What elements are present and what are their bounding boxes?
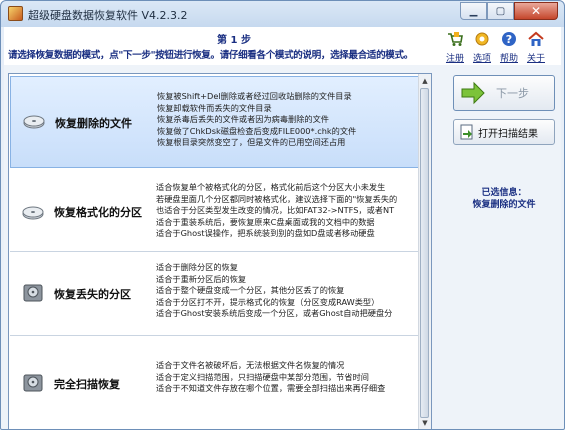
disk-icon: [22, 206, 44, 220]
step-title: 第 1 步: [217, 35, 251, 46]
open-scan-results-label: 打开扫描结果: [478, 128, 538, 140]
open-scan-results-button[interactable]: 打开扫描结果: [453, 119, 555, 145]
options-button[interactable]: 选项: [470, 31, 494, 64]
maximize-icon: ▢: [495, 5, 506, 17]
mode-name: 恢复丢失的分区: [54, 288, 131, 301]
help-label: 帮助: [499, 54, 518, 64]
title-bar: 超级硬盘数据恢复软件 V4.2.3.2 ▁ ▢ ✕: [1, 1, 564, 27]
register-button[interactable]: 注册: [443, 31, 467, 64]
desc-line: 适合于整个硬盘变成一个分区，其他分区丢了的恢复: [156, 285, 345, 295]
mode-item-deleted-files[interactable]: 恢复删除的文件 恢复被Shift+Del删除或者经过回收站删除的文件目录 恢复卸…: [10, 76, 422, 168]
desc-line: 也适合于分区类型发生改变的情况，比如FAT32->NTFS，或者NT: [156, 205, 395, 215]
desc-line: 适合于不知道文件存放在哪个位置，需要全部扫描出来再仔细查: [156, 383, 386, 393]
hdd-icon: [23, 284, 43, 302]
maximize-button[interactable]: ▢: [487, 2, 514, 20]
app-icon: [8, 6, 23, 21]
window-title: 超级硬盘数据恢复软件 V4.2.3.2: [28, 9, 188, 22]
header-panel: 第 1 步 请选择恢复数据的模式，点"下一步"按钮进行恢复。请仔细看各个模式的说…: [4, 27, 561, 65]
window-controls: ▁ ▢ ✕: [460, 2, 558, 20]
desc-line: 恢复杀毒后丢失的文件或者因为病毒删除的文件: [157, 114, 329, 124]
instruction-text: 请选择恢复数据的模式，点"下一步"按钮进行恢复。请仔细看各个模式的说明，选择最合…: [8, 50, 413, 61]
minimize-button[interactable]: ▁: [460, 2, 487, 20]
mode-item-full-scan[interactable]: 完全扫描恢复 适合于文件名被破坏后，无法根据文件名恢复的情况 适合于定义扫描范围…: [10, 336, 422, 429]
mode-description: 适合于删除分区的恢复 适合于重新分区后的恢复 适合于整个硬盘变成一个分区，其他分…: [156, 262, 392, 320]
desc-line: 适合于文件名被破坏后，无法根据文件名恢复的情况: [156, 360, 345, 370]
selected-info: 已选信息： 恢复删除的文件: [444, 187, 564, 211]
desc-line: 若硬盘里面几个分区都同时被格式化，建议选择下面的"恢复丢失的: [156, 193, 398, 204]
selected-info-value: 恢复删除的文件: [472, 200, 536, 210]
home-icon: [528, 31, 544, 46]
mode-name: 恢复删除的文件: [55, 117, 132, 130]
desc-line: 适合于重装系统后，要恢复原来C盘桌面或我的文档中的数据: [156, 216, 375, 227]
mode-item-lost-partition[interactable]: 恢复丢失的分区 适合于删除分区的恢复 适合于重新分区后的恢复 适合于整个硬盘变成…: [10, 252, 422, 336]
options-label: 选项: [472, 54, 491, 64]
mode-item-formatted-partition[interactable]: 恢复格式化的分区 适合恢复单个被格式化的分区，格式化前后这个分区大小未发生 若硬…: [10, 172, 422, 252]
scroll-thumb[interactable]: [420, 88, 429, 418]
desc-line: 适合于删除分区的恢复: [156, 262, 238, 272]
mode-description: 适合恢复单个被格式化的分区，格式化前后这个分区大小未发生 若硬盘里面几个分区都同…: [156, 182, 397, 240]
close-icon: ✕: [530, 4, 542, 18]
desc-line: 适合于定义扫描范围，只扫描硬盘中某部分范围，节省时间: [156, 371, 369, 382]
scroll-down-arrow[interactable]: ▼: [419, 416, 431, 429]
help-icon: ?: [502, 32, 516, 46]
main-window: 超级硬盘数据恢复软件 V4.2.3.2 ▁ ▢ ✕ 第 1 步 请选择恢复数据的…: [0, 0, 565, 430]
minimize-icon: ▁: [469, 5, 478, 17]
desc-line: 恢复被Shift+Del删除或者经过回收站删除的文件目录: [157, 91, 352, 101]
disk-icon: [23, 115, 45, 129]
gear-icon: [475, 32, 489, 46]
mode-description: 恢复被Shift+Del删除或者经过回收站删除的文件目录 恢复卸载软件而丢失的文…: [157, 91, 356, 149]
open-results-icon: [460, 124, 473, 140]
desc-line: 恢复做了ChkDsk磁盘检查后变成FILE000*.chk的文件: [157, 125, 357, 136]
next-step-label: 下一步: [496, 87, 529, 100]
scroll-up-arrow[interactable]: ▲: [419, 74, 431, 88]
client-area: 第 1 步 请选择恢复数据的模式，点"下一步"按钮进行恢复。请仔细看各个模式的说…: [4, 27, 564, 429]
desc-line: 适合于分区打不开，提示格式化的恢复（分区变成RAW类型）: [156, 296, 380, 307]
desc-line: 适合恢复单个被格式化的分区，格式化前后这个分区大小未发生: [156, 182, 386, 192]
mode-name: 恢复格式化的分区: [54, 206, 142, 219]
next-step-button[interactable]: 下一步: [453, 75, 555, 111]
mode-name: 完全扫描恢复: [54, 378, 120, 391]
mode-description: 适合于文件名被破坏后，无法根据文件名恢复的情况 适合于定义扫描范围，只扫描硬盘中…: [156, 360, 385, 395]
about-label: 关于: [526, 54, 545, 64]
recovery-mode-list[interactable]: 恢复删除的文件 恢复被Shift+Del删除或者经过回收站删除的文件目录 恢复卸…: [8, 73, 432, 429]
selected-info-title: 已选信息：: [481, 188, 527, 198]
desc-line: 适合于Ghost误操作，把系统装到别的盘如D盘或者移动硬盘: [156, 228, 375, 238]
desc-line: 适合于Ghost安装系统后变成一个分区，或者Ghost自动把硬盘分: [156, 308, 393, 318]
svg-text:?: ?: [506, 33, 512, 46]
cart-icon: [448, 32, 463, 46]
desc-line: 适合于重新分区后的恢复: [156, 273, 247, 284]
arrow-right-icon: [461, 81, 485, 105]
help-button[interactable]: ? 帮助: [497, 31, 521, 64]
list-scrollbar[interactable]: ▲ ▼: [418, 74, 431, 429]
desc-line: 恢复卸载软件而丢失的文件目录: [157, 102, 272, 113]
close-button[interactable]: ✕: [514, 2, 558, 20]
register-label: 注册: [445, 54, 464, 64]
about-button[interactable]: 关于: [524, 31, 548, 64]
hdd-icon: [23, 374, 43, 392]
desc-line: 恢复根目录突然变空了，但是文件的已用空间还占用: [157, 137, 346, 147]
